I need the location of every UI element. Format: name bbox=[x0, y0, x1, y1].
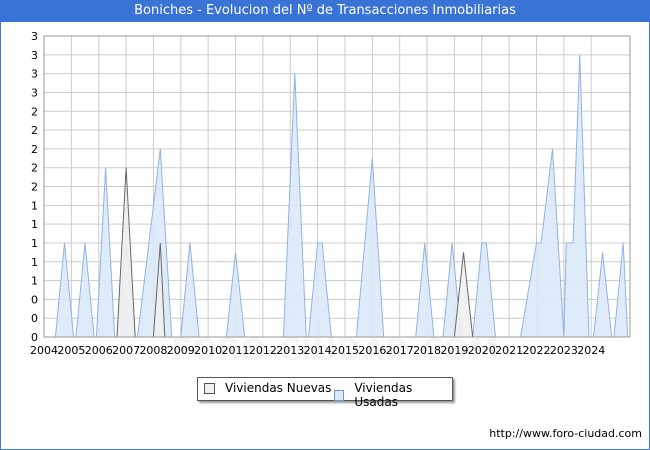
series-viviendas-usadas bbox=[54, 54, 629, 338]
y-tick-label: 3 bbox=[31, 49, 38, 62]
x-tick-label: 2012 bbox=[249, 344, 277, 357]
x-tick-label: 2024 bbox=[577, 344, 605, 357]
y-tick-label: 0 bbox=[31, 312, 38, 325]
x-tick-label: 2013 bbox=[276, 344, 304, 357]
x-tick-label: 2017 bbox=[386, 344, 414, 357]
x-tick-label: 2009 bbox=[167, 344, 195, 357]
y-tick-label: 2 bbox=[31, 181, 38, 194]
y-tick-label: 0 bbox=[31, 293, 38, 306]
y-tick-label: 2 bbox=[31, 105, 38, 118]
x-tick-label: 2018 bbox=[413, 344, 441, 357]
x-tick-label: 2008 bbox=[139, 344, 167, 357]
x-tick-label: 2023 bbox=[550, 344, 578, 357]
x-tick-label: 2004 bbox=[30, 344, 58, 357]
x-tick-label: 2020 bbox=[468, 344, 496, 357]
y-tick-label: 3 bbox=[31, 30, 38, 43]
x-tick-label: 2010 bbox=[194, 344, 222, 357]
legend-item-nuevas: Viviendas Nuevas bbox=[204, 381, 331, 395]
legend-label-usadas: Viviendas Usadas bbox=[354, 381, 413, 409]
y-axis: 0 0 0 1 1 1 1 1 2 2 2 2 2 3 3 3 3 bbox=[31, 30, 38, 344]
x-axis: 2004 2005 2006 2007 2008 2009 2010 2011 2012 2013… bbox=[30, 344, 605, 357]
y-tick-label: 0 bbox=[31, 331, 38, 344]
y-tick-label: 2 bbox=[31, 162, 38, 175]
y-tick-label: 2 bbox=[31, 143, 38, 156]
legend: Viviendas Nuevas Viviendas Usadas bbox=[197, 377, 453, 409]
y-tick-label: 1 bbox=[31, 275, 38, 288]
series-group bbox=[54, 54, 629, 338]
legend-swatch-nuevas bbox=[204, 382, 215, 394]
y-tick-label: 1 bbox=[31, 218, 38, 231]
x-tick-label: 2021 bbox=[495, 344, 523, 357]
y-tick-label: 3 bbox=[31, 68, 38, 81]
y-tick-label: 3 bbox=[31, 86, 38, 99]
x-tick-label: 2016 bbox=[358, 344, 386, 357]
x-tick-label: 2011 bbox=[222, 344, 250, 357]
source-url: http://www.foro-ciudad.com bbox=[489, 427, 642, 440]
x-tick-label: 2005 bbox=[57, 344, 85, 357]
x-tick-label: 2006 bbox=[85, 344, 113, 357]
x-tick-label: 2022 bbox=[523, 344, 551, 357]
y-tick-label: 1 bbox=[31, 256, 38, 269]
x-tick-label: 2014 bbox=[304, 344, 332, 357]
y-tick-label: 1 bbox=[31, 237, 38, 250]
x-tick-label: 2019 bbox=[440, 344, 468, 357]
legend-swatch-usadas bbox=[334, 389, 345, 401]
legend-item-usadas: Viviendas Usadas bbox=[334, 381, 452, 409]
legend-label-nuevas: Viviendas Nuevas bbox=[225, 381, 332, 395]
x-tick-label: 2007 bbox=[112, 344, 140, 357]
y-tick-label: 1 bbox=[31, 199, 38, 212]
y-tick-label: 2 bbox=[31, 124, 38, 137]
x-tick-label: 2015 bbox=[331, 344, 359, 357]
